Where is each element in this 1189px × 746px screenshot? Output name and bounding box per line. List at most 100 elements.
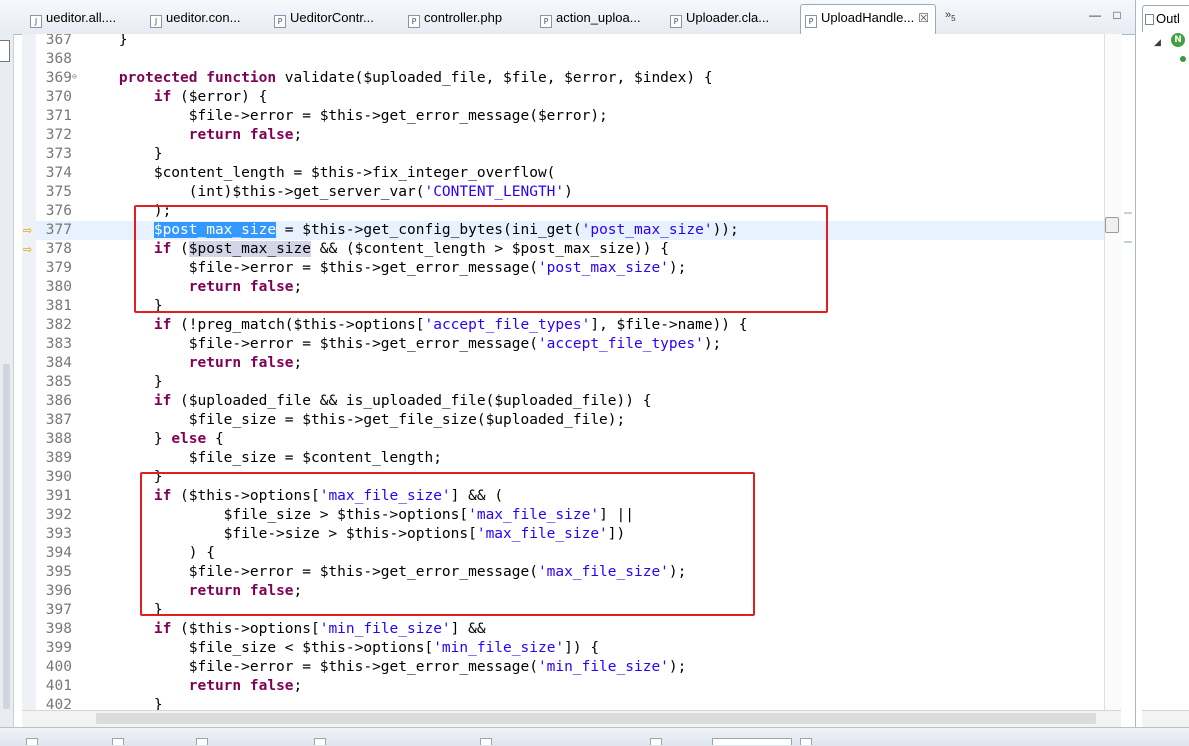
vertical-scroll-thumb[interactable]	[1105, 217, 1119, 233]
bottom-active-view[interactable]	[712, 738, 792, 745]
code-text: if ($this->options['min_file_size'] &&	[153, 621, 486, 637]
bottom-view-icon[interactable]	[196, 738, 208, 745]
bottom-panel-bar	[0, 727, 1189, 746]
code-line[interactable]: 386 if ($uploaded_file && is_uploaded_fi…	[36, 392, 1104, 411]
line-number: 390	[45, 469, 72, 485]
outline-icon	[1145, 14, 1154, 25]
line-number: 376	[45, 203, 72, 219]
bottom-view-icon[interactable]	[650, 738, 662, 745]
tab-overflow-button[interactable]: »5	[945, 9, 956, 23]
code-text: }	[84, 146, 163, 162]
line-number: 367	[45, 34, 72, 48]
line-number: 375	[45, 184, 72, 200]
bottom-view-icon[interactable]	[480, 738, 492, 745]
line-number: 393	[45, 526, 72, 542]
code-line[interactable]: 370 if ($error) {	[36, 88, 1104, 107]
bottom-view-icon[interactable]	[112, 738, 124, 745]
line-number: 391	[45, 488, 72, 504]
code-line[interactable]: 401 return false;	[36, 677, 1104, 696]
maximize-icon[interactable]: □	[1110, 8, 1124, 22]
outline-tab[interactable]: Outl	[1142, 5, 1189, 32]
code-line[interactable]: 385 }	[36, 373, 1104, 392]
line-number: 370	[45, 89, 72, 105]
close-tab-icon[interactable]: ☒	[918, 5, 929, 31]
tab-label: controller.php	[424, 10, 503, 25]
bottom-view-icon[interactable]	[800, 738, 812, 745]
code-line[interactable]: 369 ⊖ protected function validate($upload…	[36, 69, 1104, 88]
php-file-icon: P	[274, 15, 286, 28]
line-number: 395	[45, 564, 72, 580]
code-line[interactable]: 389 $file_size = $content_length;	[36, 449, 1104, 468]
code-line[interactable]: 371 $file->error = $this->get_error_mess…	[36, 107, 1104, 126]
tab-label: ueditor.con...	[166, 10, 241, 25]
fold-toggle-icon[interactable]: ⊖	[72, 69, 77, 85]
line-number: 380	[45, 279, 72, 295]
tree-leaf-icon[interactable]	[1180, 56, 1186, 62]
line-number: 371	[45, 108, 72, 124]
collapsed-panel-icon[interactable]	[0, 40, 10, 62]
code-line[interactable]: 402 }	[36, 696, 1104, 710]
code-line[interactable]: 383 $file->error = $this->get_error_mess…	[36, 335, 1104, 354]
line-number: 378	[45, 241, 72, 257]
highlight-box-max-file-size	[140, 472, 755, 616]
tab-1[interactable]: Jueditor.all....	[26, 5, 144, 32]
php-file-icon: P	[540, 15, 552, 28]
tab-6[interactable]: P Uploader.cla...	[666, 5, 798, 32]
line-number: 398	[45, 621, 72, 637]
line-number: 392	[45, 507, 72, 523]
code-text: }	[84, 697, 163, 710]
namespace-node-icon[interactable]: N	[1171, 33, 1185, 47]
line-number: 381	[45, 298, 72, 314]
line-number: 401	[45, 678, 72, 694]
search-occurrence-arrow-icon[interactable]: ⇨	[23, 224, 32, 237]
overview-marker[interactable]	[1124, 212, 1132, 214]
line-number: 374	[45, 165, 72, 181]
code-text: $file_size = $this->get_file_size($uploa…	[84, 412, 626, 428]
line-number: 372	[45, 127, 72, 143]
outline-horizontal-scrollbar[interactable]	[1142, 710, 1189, 728]
code-line[interactable]: 372 return false;	[36, 126, 1104, 145]
code-line[interactable]: 367 }	[36, 34, 1104, 50]
annotation-ruler	[22, 34, 36, 710]
code-line[interactable]: 384 return false;	[36, 354, 1104, 373]
search-occurrence-arrow-icon[interactable]: ⇨	[23, 243, 32, 256]
line-number: 397	[45, 602, 72, 618]
tab-7[interactable]: P UploadHandle... ☒	[800, 4, 936, 35]
tree-expand-icon[interactable]: ◢	[1154, 37, 1161, 48]
overview-marker[interactable]	[1124, 241, 1132, 243]
code-line[interactable]: 373 }	[36, 145, 1104, 164]
code-text: }	[84, 374, 163, 390]
line-number: 387	[45, 412, 72, 428]
line-number: 396	[45, 583, 72, 599]
code-text: if (!preg_match($this->options['accept_f…	[153, 317, 748, 333]
tab-label: UploadHandle...	[821, 10, 915, 25]
vertical-scrollbar[interactable]	[1104, 34, 1122, 710]
code-line[interactable]: 375 (int)$this->get_server_var('CONTENT_…	[36, 183, 1104, 202]
tab-5[interactable]: Paction_uploa...	[536, 5, 664, 32]
code-line[interactable]: 399 $file_size < $this->options['min_fil…	[36, 639, 1104, 658]
tab-2[interactable]: Jueditor.con...	[146, 5, 268, 32]
left-scroll-thumb[interactable]	[3, 364, 10, 709]
left-panel-strip	[0, 34, 14, 745]
code-text: return false;	[188, 127, 303, 143]
minimize-icon[interactable]: —	[1088, 8, 1102, 22]
horizontal-scroll-thumb[interactable]	[96, 713, 1096, 724]
code-line[interactable]: 388 } else {	[36, 430, 1104, 449]
code-line[interactable]: 398 if ($this->options['min_file_size'] …	[36, 620, 1104, 639]
outline-tab-label: Outl	[1156, 11, 1180, 26]
code-line[interactable]: 382 if (!preg_match($this->options['acce…	[36, 316, 1104, 335]
tab-3[interactable]: P UeditorContr...	[270, 5, 402, 32]
outline-panel	[1135, 0, 1189, 745]
php-file-icon: P	[670, 15, 682, 28]
tab-label: action_uploa...	[556, 10, 641, 25]
code-line[interactable]: 368	[36, 50, 1104, 69]
code-line[interactable]: 374 $content_length = $this->fix_integer…	[36, 164, 1104, 183]
highlight-box-post-max-size	[134, 205, 828, 313]
code-text: $file_size = $content_length;	[84, 450, 442, 466]
code-line[interactable]: 400 $file->error = $this->get_error_mess…	[36, 658, 1104, 677]
line-number: 379	[45, 260, 72, 276]
tab-4[interactable]: Pcontroller.php	[404, 5, 534, 32]
code-line[interactable]: 387 $file_size = $this->get_file_size($u…	[36, 411, 1104, 430]
bottom-view-icon[interactable]	[314, 738, 326, 745]
bottom-view-icon[interactable]	[26, 738, 38, 745]
